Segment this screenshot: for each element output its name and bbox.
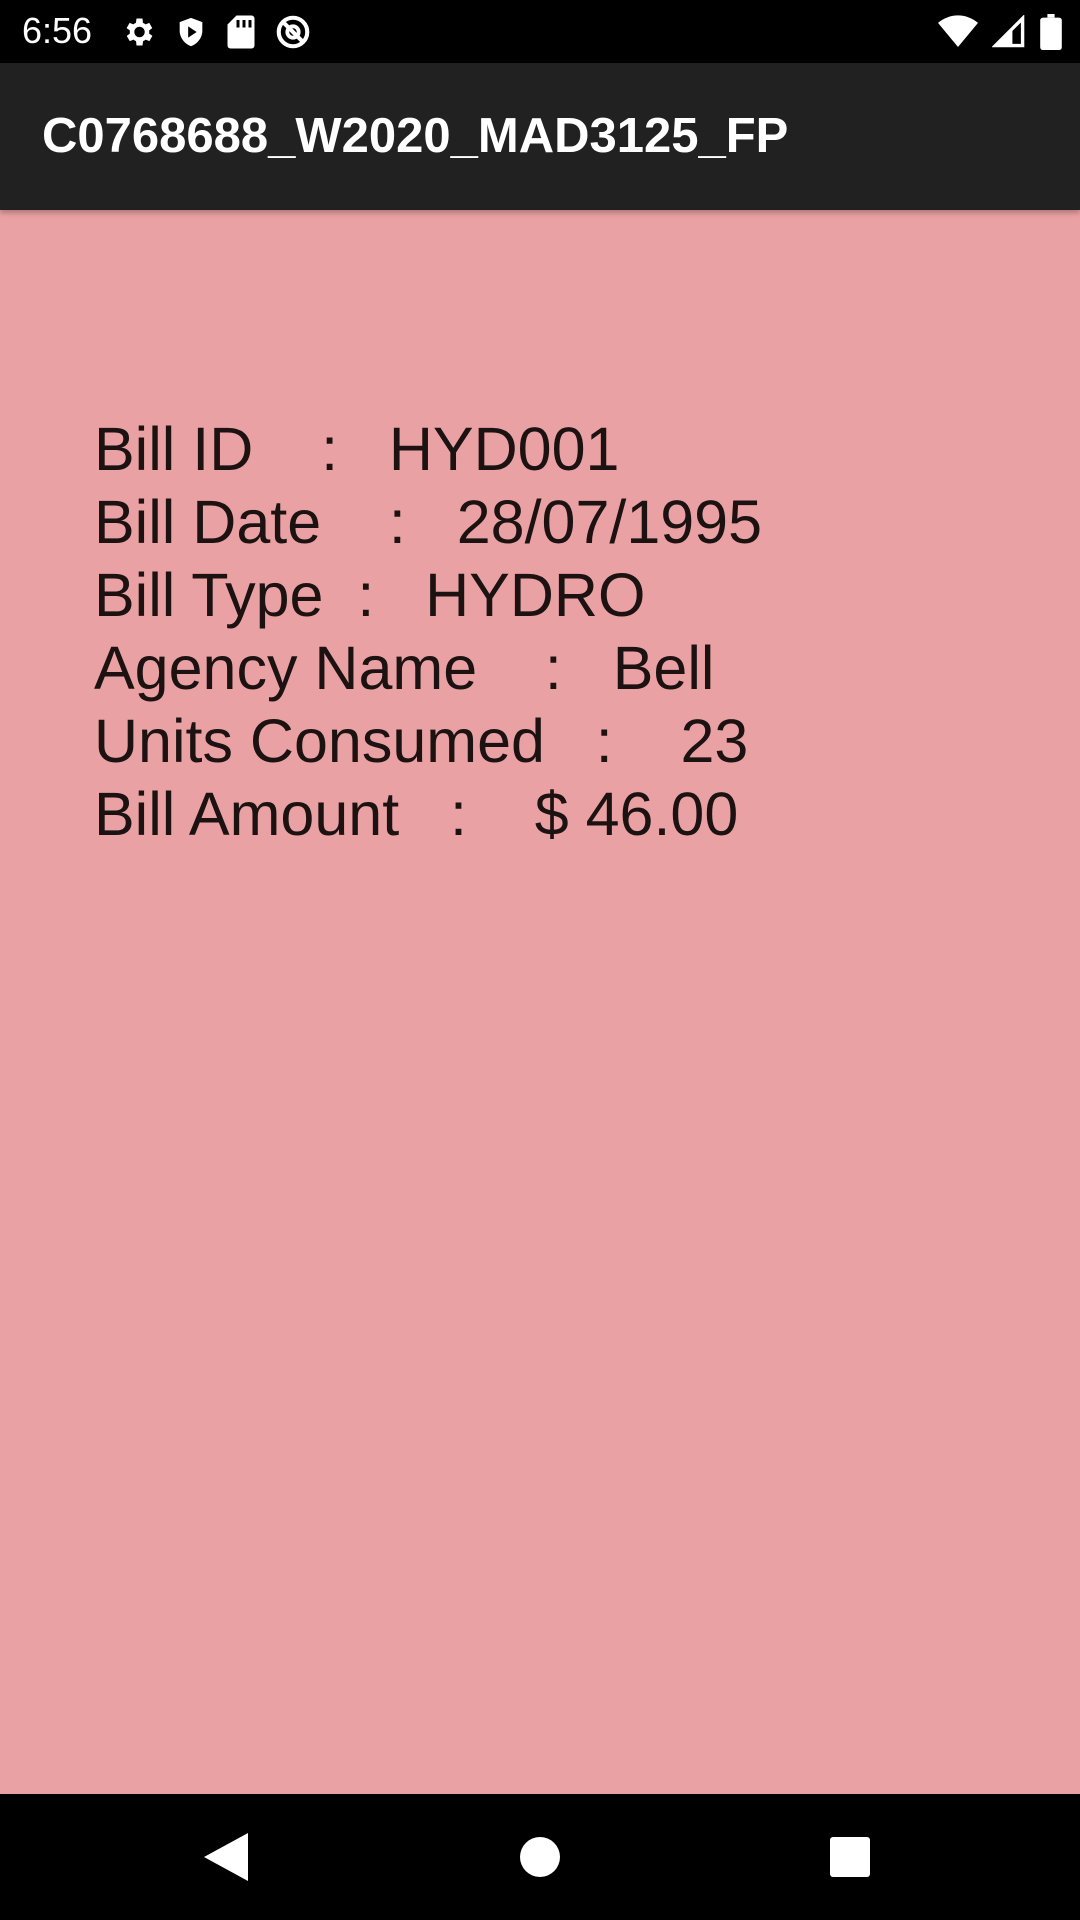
bill-details-screen: 6:56 C0768688_W2020_MAD3125_FP Bill ID:…: [0, 0, 1080, 1920]
status-time: 6:56: [22, 10, 93, 51]
back-icon: [204, 1833, 248, 1881]
settings-icon: [120, 14, 156, 50]
bill-details: Bill ID : HYD001 Bill Date : 28/07/1995 …: [94, 413, 1034, 851]
bill-type-row: Bill Type : HYDRO: [94, 561, 646, 629]
no-sign-icon: [274, 13, 312, 51]
units-consumed-row: Units Consumed : 23: [94, 707, 749, 775]
status-icons-right: [938, 12, 1062, 52]
home-button[interactable]: [480, 1794, 600, 1920]
wifi-icon: [938, 15, 978, 49]
status-icons-left: [120, 12, 312, 52]
home-icon: [520, 1837, 560, 1877]
bill-amount-row: Bill Amount : $ 46.00: [94, 780, 739, 848]
battery-icon: [1040, 14, 1062, 50]
navigation-bar: [0, 1794, 1080, 1920]
back-button[interactable]: [166, 1794, 286, 1920]
app-bar: C0768688_W2020_MAD3125_FP: [0, 63, 1080, 210]
cellular-signal-icon: [992, 15, 1026, 49]
app-title: C0768688_W2020_MAD3125_FP: [42, 109, 789, 163]
bill-date-row: Bill Date : 28/07/1995: [94, 488, 763, 556]
agency-name-row: Agency Name : Bell: [94, 634, 715, 702]
recents-icon: [830, 1837, 870, 1877]
sd-card-icon: [226, 14, 256, 50]
status-bar: 6:56: [0, 0, 1080, 63]
bill-id-row: Bill ID : HYD001: [94, 415, 620, 483]
recents-button[interactable]: [790, 1794, 910, 1920]
shield-play-icon: [174, 14, 208, 50]
